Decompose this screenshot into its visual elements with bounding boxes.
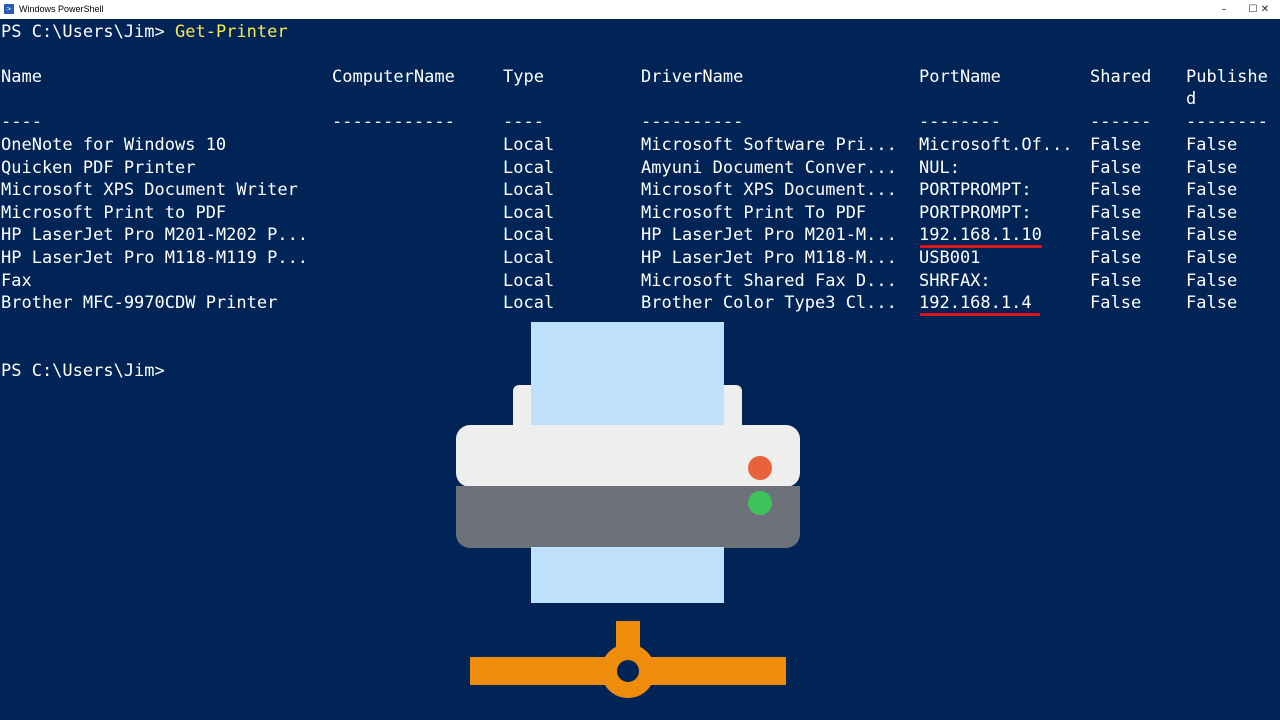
printer-icon bbox=[456, 322, 800, 603]
cell-published: False bbox=[1186, 158, 1238, 178]
cell-driver-name: Microsoft Shared Fax D... bbox=[641, 271, 897, 291]
cell-driver-name: Microsoft Print To PDF bbox=[641, 203, 867, 223]
column-header-computer-name: ComputerName bbox=[332, 67, 455, 87]
cell-shared: False bbox=[1090, 158, 1142, 178]
column-header-published: Publishe bbox=[1186, 67, 1268, 87]
cell-port-name: NUL: bbox=[919, 158, 960, 178]
cell-type: Local bbox=[503, 293, 555, 313]
cell-driver-name: Microsoft Software Pri... bbox=[641, 135, 897, 155]
cell-shared: False bbox=[1090, 203, 1142, 223]
prompt-line[interactable]: PS C:\Users\Jim> bbox=[1, 360, 165, 382]
cell-name: Microsoft XPS Document Writer bbox=[1, 180, 298, 200]
command-line: PS C:\Users\Jim> Get-Printer bbox=[1, 21, 288, 43]
cell-type: Local bbox=[503, 180, 555, 200]
cell-shared: False bbox=[1090, 271, 1142, 291]
title-bar: > Windows PowerShell – ☐ ✕ bbox=[0, 0, 1280, 19]
command-text: Get-Printer bbox=[175, 22, 288, 42]
cell-published: False bbox=[1186, 248, 1238, 268]
close-button[interactable]: ✕ bbox=[1250, 0, 1280, 19]
powershell-icon: > bbox=[4, 4, 14, 14]
cell-name: Fax bbox=[1, 271, 32, 291]
cell-published: False bbox=[1186, 180, 1238, 200]
cell-driver-name: Microsoft XPS Document... bbox=[641, 180, 897, 200]
cell-type: Local bbox=[503, 271, 555, 291]
column-header-name: Name bbox=[1, 67, 42, 87]
cell-published: False bbox=[1186, 225, 1238, 245]
cell-published: False bbox=[1186, 203, 1238, 223]
prompt: PS C:\Users\Jim> bbox=[1, 361, 165, 381]
column-header-wrap: d bbox=[1186, 89, 1197, 109]
cell-shared: False bbox=[1090, 180, 1142, 200]
cell-port-name: USB001 bbox=[919, 248, 981, 268]
cell-published: False bbox=[1186, 293, 1238, 313]
cell-port-name: PORTPROMPT: bbox=[919, 180, 1032, 200]
cell-port-name: Microsoft.Of... bbox=[919, 135, 1073, 155]
minimize-button[interactable]: – bbox=[1210, 0, 1238, 19]
cell-port-name: 192.168.1.4 bbox=[919, 293, 1032, 313]
cell-name: OneNote for Windows 10 bbox=[1, 135, 227, 155]
cell-type: Local bbox=[503, 225, 555, 245]
network-printer-illustration bbox=[456, 322, 800, 698]
cell-driver-name: Amyuni Document Conver... bbox=[641, 158, 897, 178]
header-separator: -------- bbox=[919, 112, 1001, 132]
cell-name: Brother MFC-9970CDW Printer bbox=[1, 293, 278, 313]
cell-name: Microsoft Print to PDF bbox=[1, 203, 227, 223]
cell-port-name: SHRFAX: bbox=[919, 271, 991, 291]
cell-driver-name: HP LaserJet Pro M118-M... bbox=[641, 248, 897, 268]
cell-type: Local bbox=[503, 203, 555, 223]
column-header-shared: Shared bbox=[1090, 67, 1152, 87]
cell-type: Local bbox=[503, 248, 555, 268]
header-separator: ---- bbox=[1, 112, 42, 132]
cell-name: HP LaserJet Pro M201-M202 P... bbox=[1, 225, 309, 245]
cell-shared: False bbox=[1090, 248, 1142, 268]
window-title: Windows PowerShell bbox=[19, 4, 104, 14]
cell-shared: False bbox=[1090, 293, 1142, 313]
cell-port-name: 192.168.1.10 bbox=[919, 225, 1042, 245]
cell-type: Local bbox=[503, 135, 555, 155]
column-header-port-name: PortName bbox=[919, 67, 1001, 87]
cell-shared: False bbox=[1090, 135, 1142, 155]
cell-published: False bbox=[1186, 271, 1238, 291]
column-header-type: Type bbox=[503, 67, 544, 87]
header-separator: ------ bbox=[1090, 112, 1152, 132]
cell-name: Quicken PDF Printer bbox=[1, 158, 196, 178]
cell-type: Local bbox=[503, 158, 555, 178]
header-separator: -------- bbox=[1186, 112, 1268, 132]
network-icon bbox=[470, 621, 786, 698]
cell-port-name: PORTPROMPT: bbox=[919, 203, 1032, 223]
cell-driver-name: Brother Color Type3 Cl... bbox=[641, 293, 897, 313]
header-separator: ---- bbox=[503, 112, 544, 132]
header-separator: ------------ bbox=[332, 112, 455, 132]
cell-shared: False bbox=[1090, 225, 1142, 245]
cell-name: HP LaserJet Pro M118-M119 P... bbox=[1, 248, 309, 268]
prompt: PS C:\Users\Jim> bbox=[1, 22, 165, 42]
cell-published: False bbox=[1186, 135, 1238, 155]
cell-driver-name: HP LaserJet Pro M201-M... bbox=[641, 225, 897, 245]
port-highlight-underline bbox=[920, 313, 1040, 316]
column-header-driver-name: DriverName bbox=[641, 67, 744, 87]
header-separator: ---------- bbox=[641, 112, 744, 132]
